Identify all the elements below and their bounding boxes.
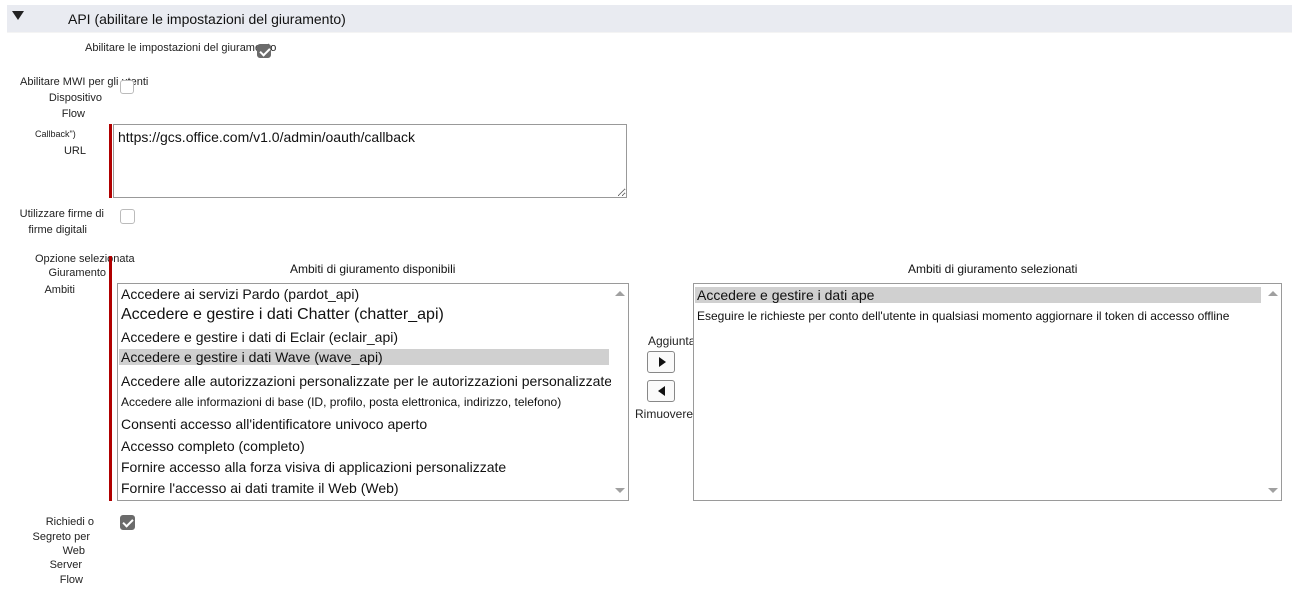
scopes-label-line2: Giuramento <box>48 267 106 279</box>
digital-signatures-label-line1: Utilizzare firme di <box>19 208 104 220</box>
available-scope-item-selected[interactable]: Accedere e gestire i dati Wave (wave_api… <box>119 349 609 365</box>
available-scope-item[interactable]: Fornire accesso alla forza visiva di app… <box>121 459 506 475</box>
available-scope-item[interactable]: Accesso completo (completo) <box>121 438 305 454</box>
require-secret-label-line3: Web <box>62 545 85 557</box>
scroll-up-icon[interactable] <box>1268 291 1278 296</box>
add-button-label: Aggiunta <box>648 334 696 348</box>
available-scope-item[interactable]: Accedere e gestire i dati Chatter (chatt… <box>121 306 444 324</box>
scopes-label-line3: Ambiti <box>44 284 75 296</box>
section-title: API (abilitare le impostazioni del giura… <box>68 11 346 27</box>
scopes-label-line1: Opzione selezionata <box>35 253 135 265</box>
require-secret-label-line5: Flow <box>59 574 83 586</box>
enable-oauth-checkbox[interactable] <box>257 44 271 58</box>
arrow-right-icon <box>659 357 666 367</box>
require-secret-checkbox[interactable] <box>120 515 135 530</box>
selected-scope-item-selected[interactable]: Accedere e gestire i dati ape <box>695 287 1261 303</box>
available-scope-item[interactable]: Accedere alle autorizzazioni personalizz… <box>121 373 612 389</box>
selected-scope-item[interactable]: Eseguire le richieste per conto dell'ute… <box>697 309 1229 323</box>
device-flow-label-line2: Dispositivo <box>48 92 102 104</box>
device-flow-label-line1: Abilitare MWI per gli utenti <box>20 76 149 88</box>
selected-scopes-listbox[interactable]: Accedere e gestire i dati ape Eseguire l… <box>693 283 1282 501</box>
selected-scopes-header: Ambiti di giuramento selezionati <box>908 262 1078 276</box>
add-button[interactable] <box>647 351 675 373</box>
require-secret-label-line2: Segreto per <box>32 531 90 543</box>
require-secret-label-line1: Richiedi o <box>45 516 94 528</box>
require-secret-label-line4: Server <box>49 559 82 571</box>
required-indicator <box>109 124 112 198</box>
available-scopes-scrollbar[interactable] <box>611 284 628 500</box>
callback-label-line1: Callback") <box>35 129 76 139</box>
available-scope-item[interactable]: Accedere e gestire i dati di Eclair (ecl… <box>121 329 398 345</box>
collapse-triangle-icon[interactable] <box>12 11 24 20</box>
available-scopes-header: Ambiti di giuramento disponibili <box>290 262 456 276</box>
available-scopes-listbox[interactable]: Accedere ai servizi Pardo (pardot_api) A… <box>117 283 629 501</box>
available-scope-item[interactable]: Fornire l'accesso ai dati tramite il Web… <box>121 480 399 496</box>
arrow-left-icon <box>658 386 665 396</box>
available-scope-item[interactable]: Accedere ai servizi Pardo (pardot_api) <box>121 286 359 302</box>
scroll-up-icon[interactable] <box>615 291 625 296</box>
scroll-down-icon[interactable] <box>615 488 625 493</box>
digital-signatures-label-line2: firme digitali <box>28 224 87 236</box>
remove-button[interactable] <box>647 380 675 402</box>
enable-oauth-label: Abilitare le impostazioni del giuramento <box>85 42 277 54</box>
callback-url-field[interactable]: https://gcs.office.com/v1.0/admin/oauth/… <box>113 124 627 198</box>
device-flow-label-line3: Flow <box>61 108 85 120</box>
available-scope-item[interactable]: Accedere alle informazioni di base (ID, … <box>121 395 561 409</box>
digital-signatures-checkbox[interactable] <box>120 209 135 224</box>
available-scope-item[interactable]: Consenti accesso all'identificatore univ… <box>121 416 427 432</box>
scroll-down-icon[interactable] <box>1268 488 1278 493</box>
selected-scopes-scrollbar[interactable] <box>1264 284 1281 500</box>
remove-button-label: Rimuovere <box>635 407 694 421</box>
callback-label-line2: URL <box>63 145 86 157</box>
device-flow-checkbox[interactable] <box>120 80 134 94</box>
required-indicator-scopes <box>109 256 112 501</box>
